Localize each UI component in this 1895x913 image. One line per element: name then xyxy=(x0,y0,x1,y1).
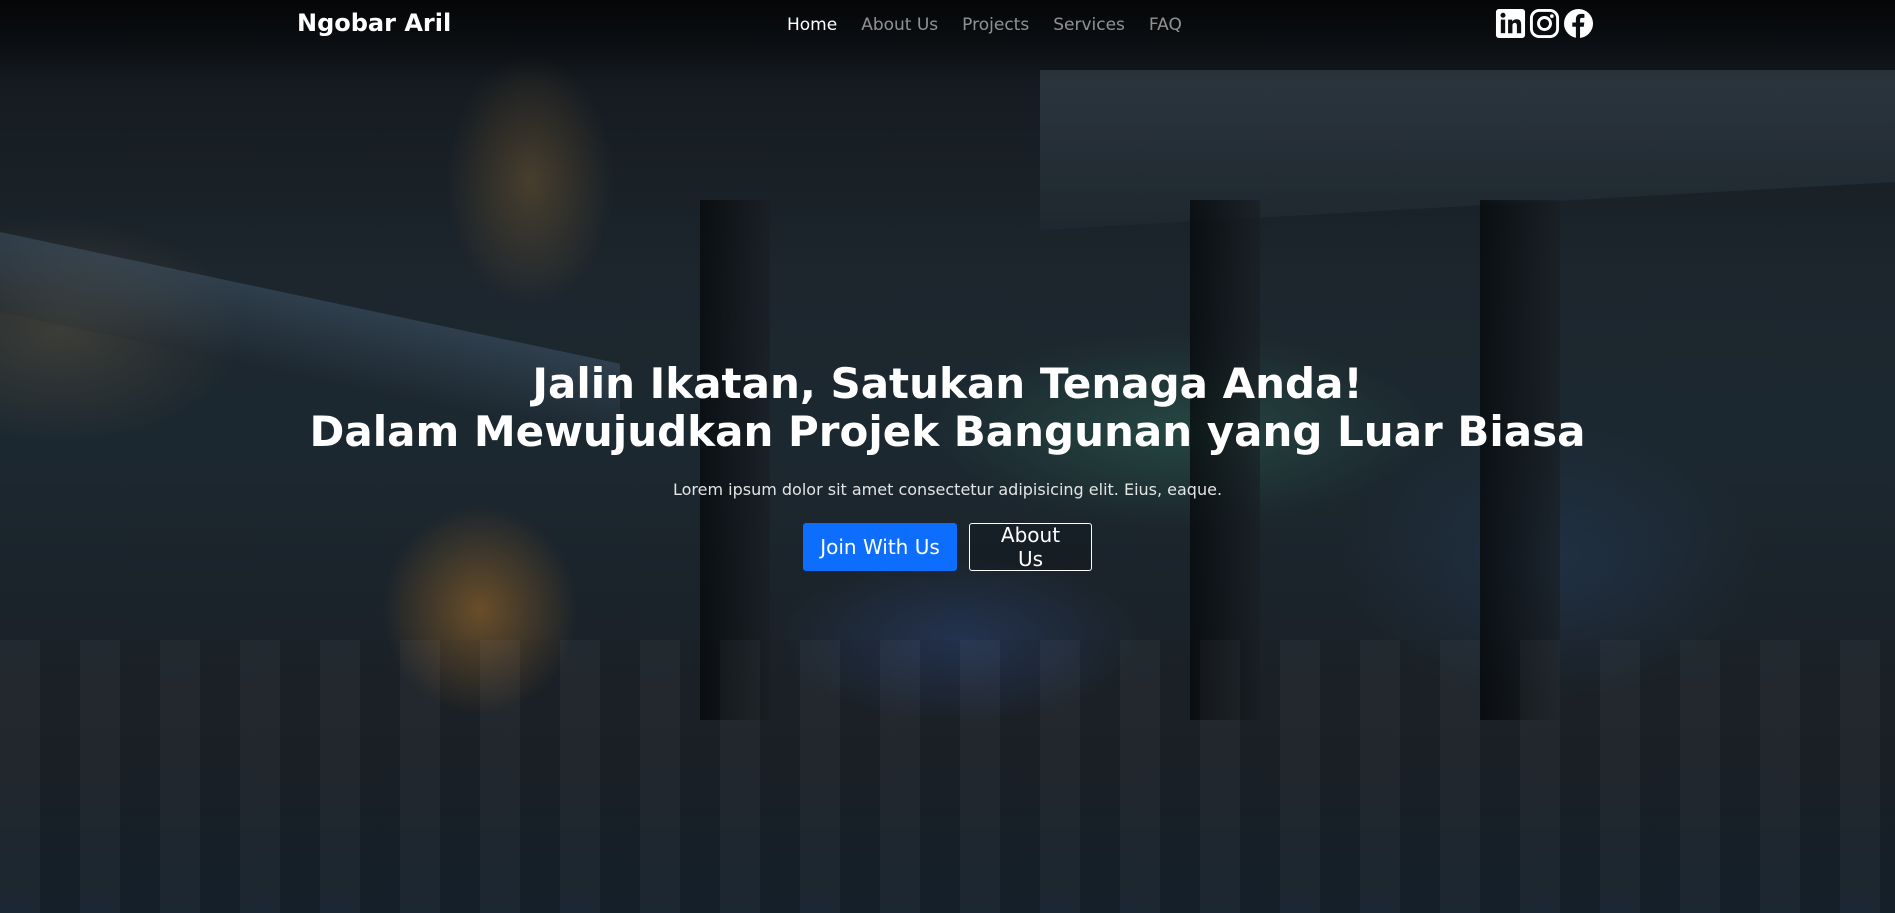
hero-title-line-1: Jalin Ikatan, Satukan Tenaga Anda! xyxy=(532,359,1363,408)
hero-title-line-2: Dalam Mewujudkan Projek Bangunan yang Lu… xyxy=(309,407,1586,456)
nav-link-home[interactable]: Home xyxy=(787,15,837,35)
hero-background: Ngobar Aril Home About Us Projects Servi… xyxy=(0,0,1895,913)
about-us-button[interactable]: About Us xyxy=(969,523,1092,571)
facebook-icon[interactable] xyxy=(1563,8,1594,39)
background-floor xyxy=(0,640,1895,913)
navbar: Ngobar Aril Home About Us Projects Servi… xyxy=(0,0,1895,52)
social-links xyxy=(1495,8,1594,39)
join-with-us-button[interactable]: Join With Us xyxy=(803,523,957,571)
nav-link-about-us[interactable]: About Us xyxy=(861,15,938,35)
hero-section: Jalin Ikatan, Satukan Tenaga Anda! Dalam… xyxy=(0,360,1895,571)
linkedin-icon[interactable] xyxy=(1495,8,1526,39)
background-canopy-right xyxy=(1040,70,1895,230)
hero-title: Jalin Ikatan, Satukan Tenaga Anda! Dalam… xyxy=(0,360,1895,456)
brand-logo[interactable]: Ngobar Aril xyxy=(297,9,451,37)
nav-link-faq[interactable]: FAQ xyxy=(1149,15,1182,35)
hero-buttons: Join With Us About Us xyxy=(0,523,1895,571)
hero-subtitle: Lorem ipsum dolor sit amet consectetur a… xyxy=(672,480,1223,499)
nav-link-services[interactable]: Services xyxy=(1053,15,1125,35)
nav-link-projects[interactable]: Projects xyxy=(962,15,1029,35)
instagram-icon[interactable] xyxy=(1529,8,1560,39)
nav-links: Home About Us Projects Services FAQ xyxy=(787,15,1206,35)
